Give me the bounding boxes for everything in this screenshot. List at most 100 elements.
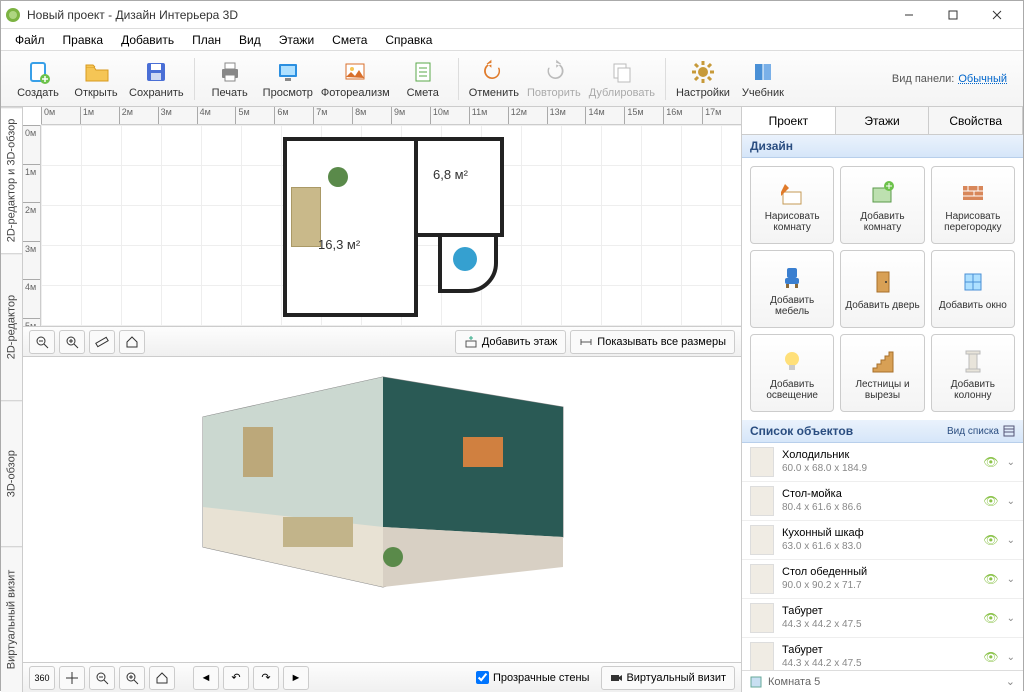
chevron-down-icon[interactable]: ⌄ [1007, 574, 1015, 585]
zoom-out-button[interactable] [29, 330, 55, 354]
objects-section-header: Список объектов Вид списка [742, 420, 1023, 443]
toolbar-book-button[interactable]: Учебник [734, 53, 792, 105]
design-chair-button[interactable]: Добавить мебель [750, 250, 834, 328]
rtab-project[interactable]: Проект [742, 107, 836, 134]
next-view-button[interactable]: ► [283, 666, 309, 690]
object-item[interactable]: Табурет44.3 x 44.2 x 47.5 👁 ⌄ [742, 599, 1023, 638]
rtab-floors[interactable]: Этажи [836, 107, 930, 134]
menu-estimate[interactable]: Смета [324, 31, 375, 49]
chevron-down-icon[interactable]: ⌄ [1007, 652, 1015, 663]
object-item[interactable]: Кухонный шкаф63.0 x 61.6 x 83.0 👁 ⌄ [742, 521, 1023, 560]
virtual-visit-button[interactable]: Виртуальный визит [601, 666, 735, 690]
workarea: 2D-редактор и 3D-обзор 2D-редактор 3D-об… [1, 107, 1023, 692]
design-wall-button[interactable]: Нарисовать перегородку [931, 166, 1015, 244]
minimize-button[interactable] [887, 1, 931, 29]
column-icon [958, 346, 988, 376]
visibility-icon[interactable]: 👁 [983, 455, 998, 469]
monitor-icon [274, 58, 302, 86]
camera-icon [610, 672, 622, 684]
design-pencil-room-button[interactable]: Нарисовать комнату [750, 166, 834, 244]
menu-floors[interactable]: Этажи [271, 31, 322, 49]
toolbar-redo-button: Повторить [523, 53, 585, 105]
redo-icon [540, 58, 568, 86]
object-item[interactable]: Холодильник60.0 x 68.0 x 184.9 👁 ⌄ [742, 443, 1023, 482]
show-dimensions-button[interactable]: Показывать все размеры [570, 330, 735, 354]
design-bulb-button[interactable]: Добавить освещение [750, 334, 834, 412]
visibility-icon[interactable]: 👁 [983, 572, 998, 586]
chevron-down-icon[interactable]: ⌄ [1007, 496, 1015, 507]
chevron-down-icon[interactable]: ⌄ [1007, 535, 1015, 546]
rotate-right-button[interactable]: ↷ [253, 666, 279, 690]
prev-view-button[interactable]: ◄ [193, 666, 219, 690]
maximize-button[interactable] [931, 1, 975, 29]
zoom-out-3d-button[interactable] [89, 666, 115, 690]
menu-view[interactable]: Вид [231, 31, 269, 49]
view-tabs: 2D-редактор и 3D-обзор 2D-редактор 3D-об… [1, 107, 23, 692]
pan-button[interactable] [59, 666, 85, 690]
measure-button[interactable] [89, 330, 115, 354]
object-item[interactable]: Стол обеденный90.0 x 90.2 x 71.7 👁 ⌄ [742, 560, 1023, 599]
add-floor-button[interactable]: Добавить этаж [455, 330, 566, 354]
list-mode-icon[interactable] [1003, 425, 1015, 437]
menu-help[interactable]: Справка [377, 31, 440, 49]
plan-2d-pane[interactable]: 0м1м2м3м4м5м6м7м8м9м10м11м12м13м14м15м16… [23, 107, 741, 357]
menu-add[interactable]: Добавить [113, 31, 182, 49]
pencil-room-icon [777, 178, 807, 208]
toolbar-photo-button[interactable]: Фотореализм [317, 53, 394, 105]
design-stairs-button[interactable]: Лестницы и вырезы [840, 334, 924, 412]
room-row[interactable]: Комната 5 ⌄ [742, 670, 1023, 692]
objects-list: Холодильник60.0 x 68.0 x 184.9 👁 ⌄ Стол-… [742, 443, 1023, 670]
zoom-in-3d-button[interactable] [119, 666, 145, 690]
close-button[interactable] [975, 1, 1019, 29]
zoom-in-button[interactable] [59, 330, 85, 354]
visibility-icon[interactable]: 👁 [983, 611, 998, 625]
panel-mode-link[interactable]: Обычный [958, 73, 1007, 85]
toolbar-save-button[interactable]: Сохранить [125, 53, 188, 105]
design-add-room-button[interactable]: Добавить комнату [840, 166, 924, 244]
toolbar-gear-button[interactable]: Настройки [672, 53, 734, 105]
visibility-icon[interactable]: 👁 [983, 650, 998, 664]
canvas-area: 0м1м2м3м4м5м6м7м8м9м10м11м12м13м14м15м16… [23, 107, 741, 692]
toolbar-sheet-button[interactable]: Смета [394, 53, 452, 105]
window-icon [958, 267, 988, 297]
rotate-360-button[interactable]: 360 [29, 666, 55, 690]
design-column-button[interactable]: Добавить колонну [931, 334, 1015, 412]
main-toolbar: СоздатьОткрытьСохранитьПечатьПросмотрФот… [1, 51, 1023, 107]
object-item[interactable]: Табурет44.3 x 44.2 x 47.5 👁 ⌄ [742, 638, 1023, 670]
rotate-left-button[interactable]: ↶ [223, 666, 249, 690]
design-door-button[interactable]: Добавить дверь [840, 250, 924, 328]
vtab-virtual[interactable]: Виртуальный визит [1, 546, 22, 692]
design-tools-grid: Нарисовать комнатуДобавить комнатуНарисо… [742, 158, 1023, 420]
render-preview[interactable] [143, 367, 623, 597]
reset-view-button[interactable] [149, 666, 175, 690]
sheet-icon [409, 58, 437, 86]
menu-edit[interactable]: Правка [55, 31, 112, 49]
menu-plan[interactable]: План [184, 31, 229, 49]
vtab-2d-3d[interactable]: 2D-редактор и 3D-обзор [1, 107, 22, 253]
toolbar-folder-open-button[interactable]: Открыть [67, 53, 125, 105]
window-title: Новый проект - Дизайн Интерьера 3D [27, 8, 887, 22]
object-thumb [750, 642, 774, 670]
menu-file[interactable]: Файл [7, 31, 53, 49]
toolbar-printer-button[interactable]: Печать [201, 53, 259, 105]
design-window-button[interactable]: Добавить окно [931, 250, 1015, 328]
visibility-icon[interactable]: 👁 [983, 494, 998, 508]
transparent-walls-checkbox[interactable] [476, 671, 489, 684]
floor-plan[interactable]: 16,3 м² 6,8 м² [283, 137, 513, 317]
toolbar-file-new-button[interactable]: Создать [9, 53, 67, 105]
toolbar-undo-button[interactable]: Отменить [465, 53, 523, 105]
render-3d-pane[interactable]: 360 ◄ ↶ ↷ ► Прозрачные стены Виртуальный… [23, 357, 741, 692]
undo-icon [480, 58, 508, 86]
rtab-properties[interactable]: Свойства [929, 107, 1023, 134]
transparent-walls-toggle[interactable]: Прозрачные стены [468, 666, 597, 690]
chevron-down-icon[interactable]: ⌄ [1007, 457, 1015, 468]
vtab-3d[interactable]: 3D-обзор [1, 400, 22, 546]
chevron-down-icon[interactable]: ⌄ [1007, 613, 1015, 624]
toolbar-monitor-button[interactable]: Просмотр [259, 53, 317, 105]
vtab-2d[interactable]: 2D-редактор [1, 253, 22, 399]
home-button[interactable] [119, 330, 145, 354]
visibility-icon[interactable]: 👁 [983, 533, 998, 547]
door-icon [867, 267, 897, 297]
plan-toolrow: Добавить этаж Показывать все размеры [23, 326, 741, 356]
object-item[interactable]: Стол-мойка80.4 x 61.6 x 86.6 👁 ⌄ [742, 482, 1023, 521]
